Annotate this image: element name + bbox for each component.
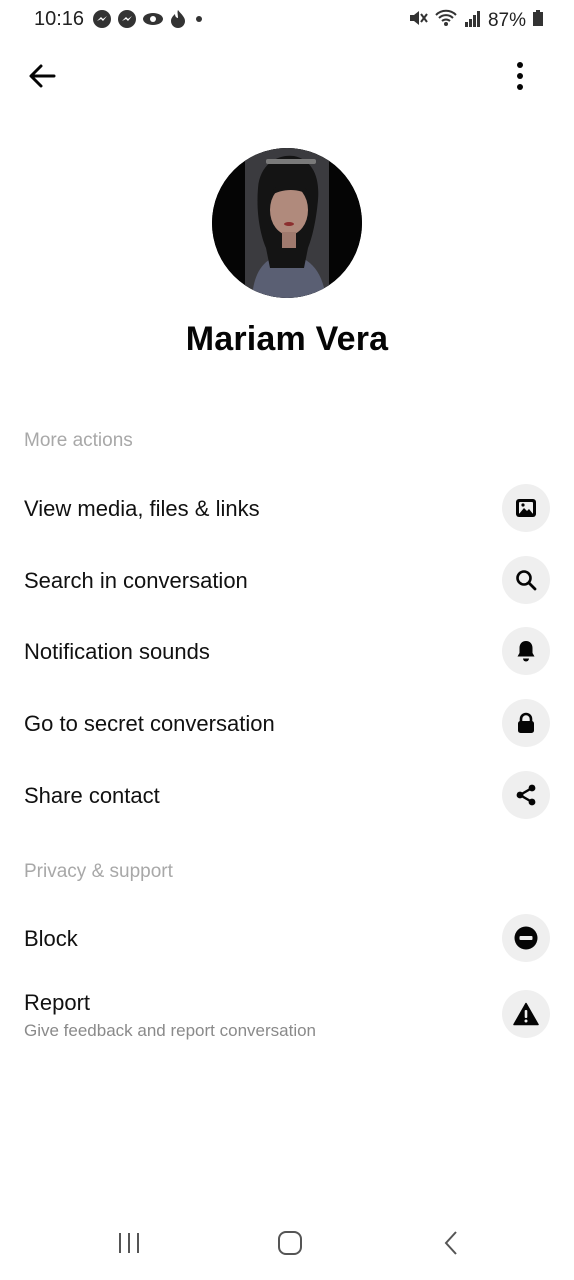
- row-label: View media, files & links: [24, 496, 260, 521]
- row-label: Report: [24, 990, 91, 1015]
- flame-icon: [169, 9, 187, 29]
- share-contact-row[interactable]: Share contact: [0, 764, 574, 826]
- row-label: Go to secret conversation: [24, 711, 275, 736]
- arrow-left-icon: [27, 61, 57, 96]
- back-button[interactable]: [22, 58, 62, 98]
- wifi-icon: [434, 8, 458, 33]
- profile-name: Mariam Vera: [185, 320, 389, 358]
- recents-icon: [116, 1231, 142, 1260]
- eye-icon: [142, 9, 164, 29]
- status-icons: 87%: [408, 8, 544, 33]
- section-header-more-actions: More actions: [24, 430, 133, 451]
- row-label: Block: [24, 926, 78, 951]
- mute-icon: [408, 8, 428, 33]
- status-time: 10:16: [34, 8, 85, 30]
- back-chevron-icon: [442, 1230, 460, 1261]
- home-button[interactable]: [268, 1229, 312, 1261]
- home-icon: [277, 1230, 303, 1261]
- image-icon: [502, 484, 550, 532]
- row-label: Search in conversation: [24, 568, 248, 593]
- block-row[interactable]: Block: [0, 907, 574, 969]
- view-media-files-links-row[interactable]: View media, files & links: [0, 477, 574, 539]
- signal-icon: [464, 8, 482, 33]
- system-back-button[interactable]: [429, 1229, 473, 1261]
- bell-icon: [502, 627, 550, 675]
- go-to-secret-conversation-row[interactable]: Go to secret conversation: [0, 692, 574, 754]
- notification-sounds-row[interactable]: Notification sounds: [0, 620, 574, 682]
- share-icon: [502, 771, 550, 819]
- block-icon: [502, 914, 550, 962]
- profile-avatar[interactable]: [212, 148, 362, 298]
- search-icon: [502, 556, 550, 604]
- row-label: Share contact: [24, 783, 160, 808]
- recents-button[interactable]: [107, 1229, 151, 1261]
- section-header-privacy-support: Privacy & support: [24, 861, 173, 882]
- report-row[interactable]: Report Give feedback and report conversa…: [0, 983, 574, 1047]
- battery-percent: 87%: [487, 9, 526, 31]
- messenger-icon: [117, 9, 137, 29]
- more-options-button[interactable]: [500, 58, 540, 98]
- warning-icon: [502, 990, 550, 1038]
- system-nav-bar: [0, 1215, 574, 1275]
- row-label: Notification sounds: [24, 639, 210, 664]
- row-sublabel: Give feedback and report conversation: [24, 1021, 317, 1040]
- status-bar: 10:16 87%: [0, 0, 574, 40]
- battery-icon: [532, 8, 544, 33]
- dot-icon: [192, 9, 206, 29]
- notification-icons: [92, 9, 206, 29]
- messenger-icon: [92, 9, 112, 29]
- avatar-image: [212, 148, 362, 298]
- lock-icon: [502, 699, 550, 747]
- search-in-conversation-row[interactable]: Search in conversation: [0, 549, 574, 611]
- more-vertical-icon: [515, 61, 525, 96]
